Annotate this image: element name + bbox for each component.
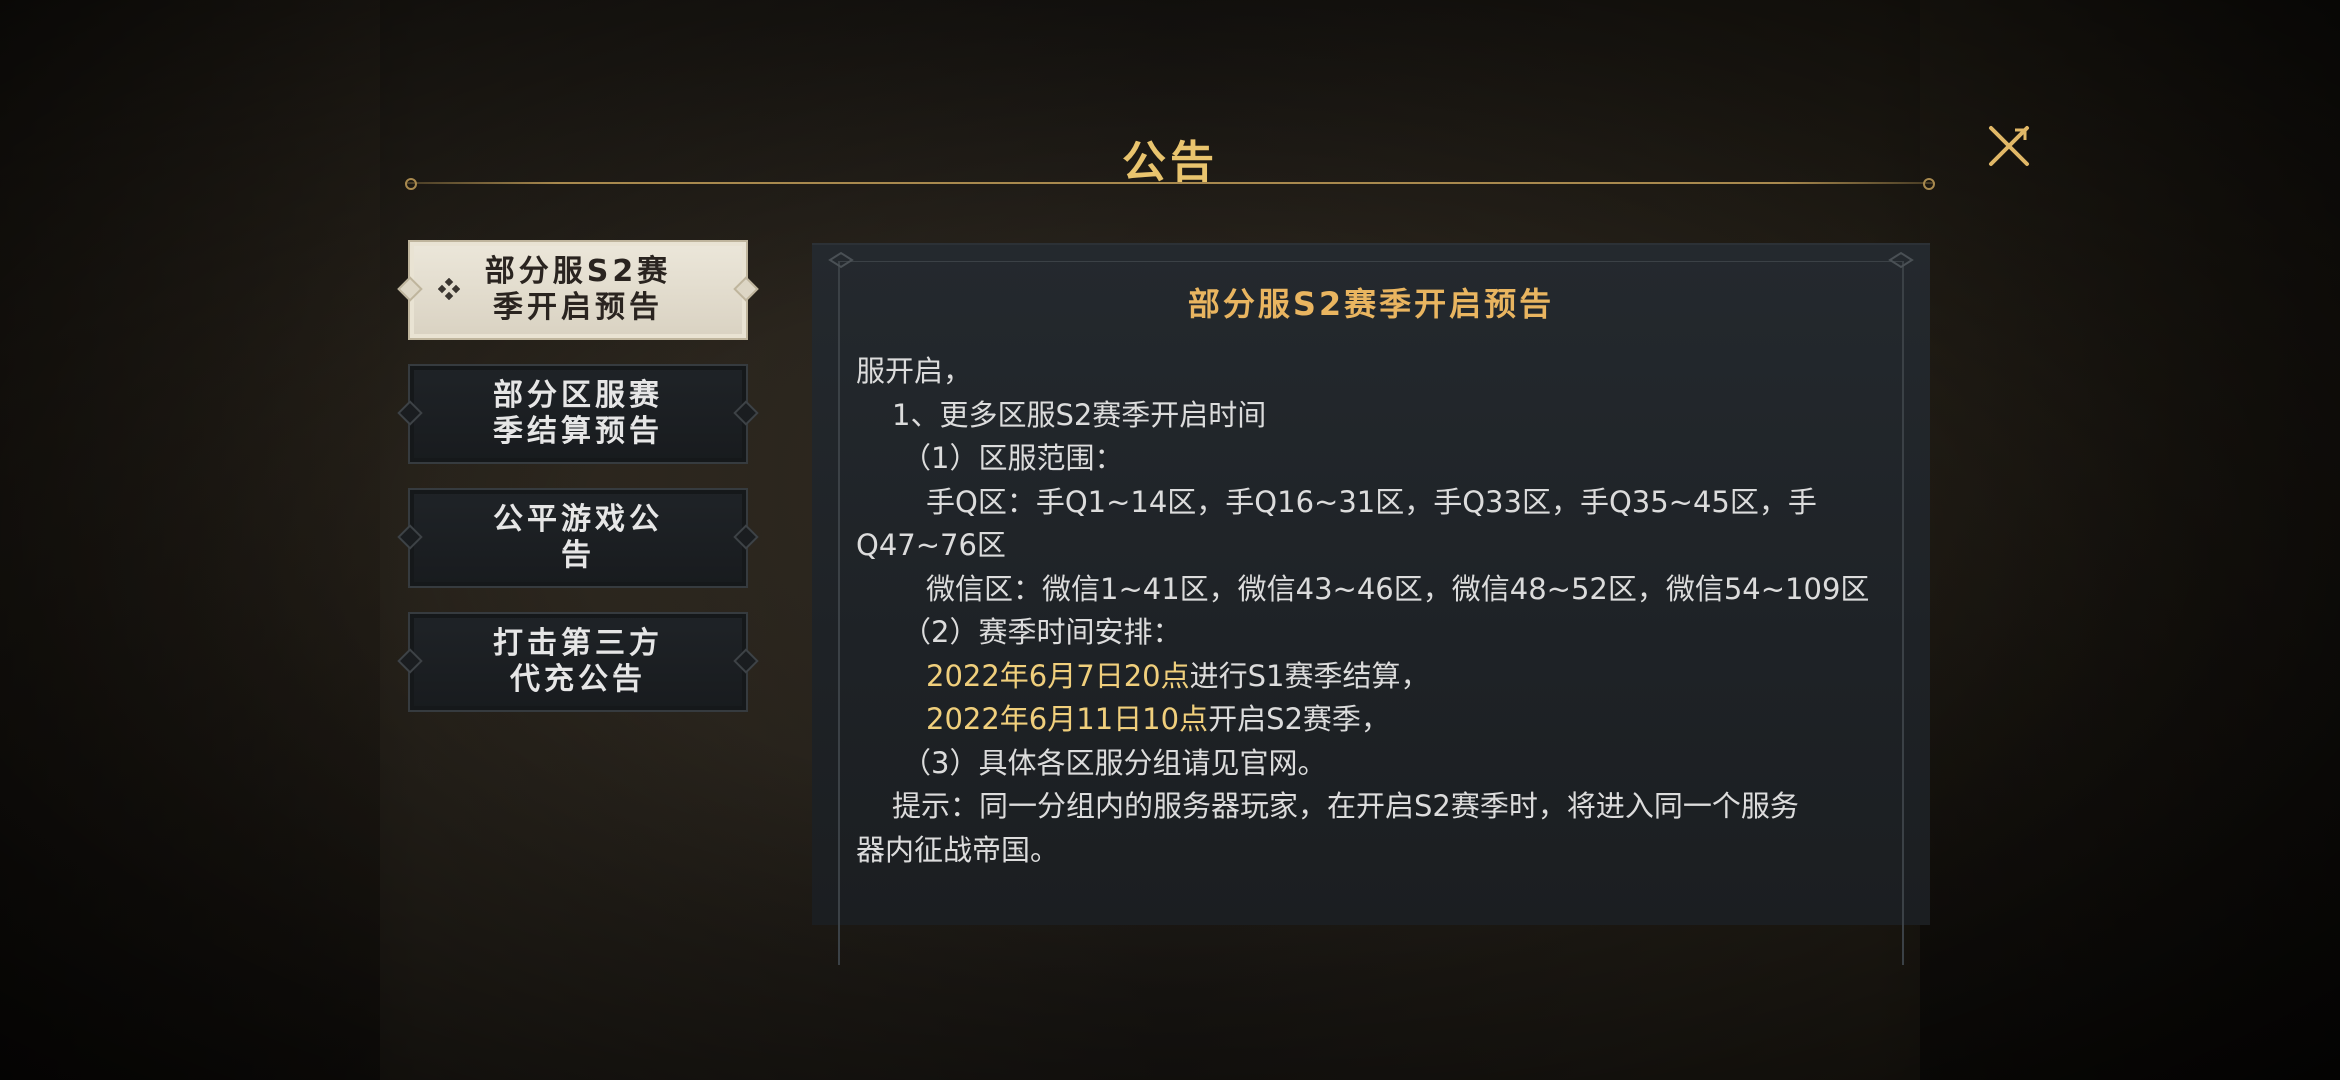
body-line: Q47~76区 xyxy=(856,528,1006,562)
diamond-left-ornament xyxy=(397,276,423,302)
dialog-header: 公告 xyxy=(405,120,1935,200)
frame-ornament-icon xyxy=(1888,251,1914,269)
sidebar-item-label: 部分服S2赛 季开启预告 xyxy=(484,254,672,325)
background-right xyxy=(1920,0,2340,1080)
body-line: 1、更多区服S2赛季开启时间 xyxy=(892,397,1267,432)
body-text: 开启S2赛季， xyxy=(1208,702,1390,736)
sidebar-item-fair-play[interactable]: 公平游戏公 告 xyxy=(397,488,759,588)
highlight-date: 2022年6月7日20点 xyxy=(926,658,1190,693)
background-left xyxy=(0,0,380,1080)
close-button[interactable] xyxy=(1985,122,2033,170)
diamond-left-ornament xyxy=(397,524,423,550)
announcement-title: 部分服S2赛季开启预告 xyxy=(1187,285,1555,323)
diamond-right-ornament xyxy=(733,648,759,674)
diamond-right-ornament xyxy=(733,400,759,426)
close-x-icon xyxy=(1989,126,2029,166)
sidebar-item-season-settlement[interactable]: 部分区服赛 季结算预告 xyxy=(397,364,759,464)
body-line: 服开启， xyxy=(856,354,973,388)
dialog-title: 公告 xyxy=(1122,137,1218,188)
diamond-left-ornament xyxy=(397,648,423,674)
diamond-right-ornament xyxy=(733,524,759,550)
body-line: （3）具体各区服分组请见官网。 xyxy=(902,745,1327,780)
body-text: 进行S1赛季结算， xyxy=(1189,658,1430,693)
body-line: 2022年6月7日20点进行S1赛季结算， xyxy=(856,655,1890,699)
highlight-date: 2022年6月11日10点 xyxy=(926,702,1209,736)
announcement-sidebar: 部分服S2赛 季开启预告 部分区服赛 季结算预告 公平游戏公 告 打击第三方 代… xyxy=(397,240,759,736)
announcement-body: 服开启， 1、更多区服S2赛季开启时间 （1）区服范围： 手Q区：手Q1~14区… xyxy=(856,350,1890,872)
ornament-icon xyxy=(438,278,460,300)
body-line: 手Q区：手Q1~14区，手Q16~31区，手Q33区，手Q35~45区，手 xyxy=(926,484,1817,519)
sidebar-item-label: 打击第三方 代充公告 xyxy=(493,626,663,697)
sidebar-item-s2-season-start[interactable]: 部分服S2赛 季开启预告 xyxy=(397,240,759,340)
frame-ornament-icon xyxy=(828,251,854,269)
body-line: 提示：同一分组内的服务器玩家，在开启S2赛季时，将进入同一个服务 xyxy=(892,789,1799,823)
body-line: （2）赛季时间安排： xyxy=(902,615,1182,649)
sidebar-item-anti-third-party[interactable]: 打击第三方 代充公告 xyxy=(397,612,759,712)
body-line: （1）区服范围： xyxy=(902,441,1124,475)
sidebar-item-label: 部分区服赛 季结算预告 xyxy=(493,378,663,449)
announcement-content-panel[interactable]: 部分服S2赛季开启预告 服开启， 1、更多区服S2赛季开启时间 （1）区服范围：… xyxy=(812,243,1930,965)
diamond-right-ornament xyxy=(733,276,759,302)
diamond-left-ornament xyxy=(397,400,423,426)
title-divider xyxy=(405,178,1935,190)
body-line: 器内征战帝国。 xyxy=(856,832,1060,867)
body-line: 微信区：微信1~41区，微信43~46区，微信48~52区，微信54~109区 xyxy=(926,571,1870,606)
sidebar-item-label: 公平游戏公 告 xyxy=(493,502,663,573)
body-line: 2022年6月11日10点开启S2赛季， xyxy=(856,698,1890,742)
